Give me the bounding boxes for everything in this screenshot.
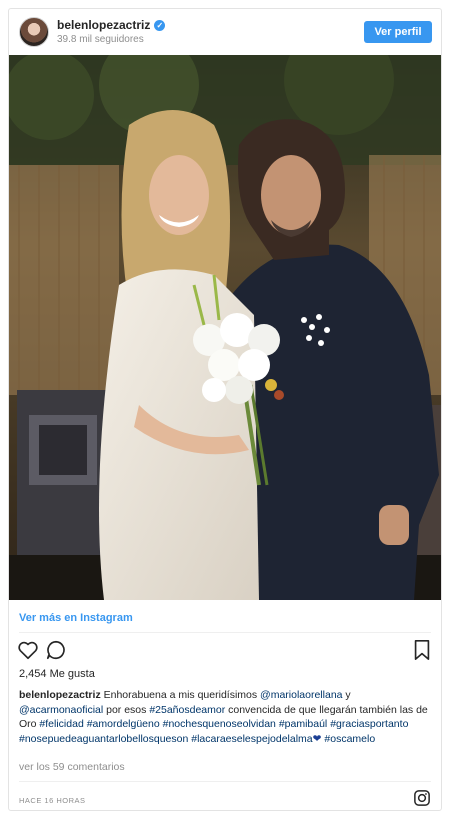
username[interactable]: belenlopezactriz bbox=[57, 18, 150, 32]
hashtag[interactable]: #felicidad bbox=[39, 718, 83, 730]
post-header: belenlopezactriz ✓ 39.8 mil seguidores V… bbox=[9, 9, 441, 55]
post-timestamp[interactable]: HACE 16 HORAS bbox=[19, 796, 86, 805]
like-count: 2,454 Me gusta bbox=[19, 668, 95, 680]
divider bbox=[19, 632, 431, 633]
instagram-embed-card: belenlopezactriz ✓ 39.8 mil seguidores V… bbox=[8, 8, 442, 811]
comment-icon[interactable] bbox=[45, 639, 67, 661]
caption-text: Enhorabuena a mis queridísimos bbox=[100, 689, 261, 701]
photo-illustration bbox=[9, 55, 441, 600]
hashtag[interactable]: #lacaraeselespejodelalma bbox=[191, 733, 312, 745]
hashtag[interactable]: #25añosdeamor bbox=[149, 704, 225, 716]
view-comments-link[interactable]: ver los 59 comentarios bbox=[19, 761, 125, 773]
follower-count: 39.8 mil seguidores bbox=[57, 34, 144, 45]
post-caption: belenlopezactriz Enhorabuena a mis queri… bbox=[19, 688, 431, 746]
hashtag[interactable]: #pamibaúl bbox=[279, 718, 327, 730]
hashtag[interactable]: #nochesquenoseolvidan bbox=[163, 718, 276, 730]
divider bbox=[19, 781, 431, 782]
mention[interactable]: @acarmonaoficial bbox=[19, 704, 103, 716]
instagram-icon[interactable] bbox=[413, 789, 431, 807]
caption-username[interactable]: belenlopezactriz bbox=[19, 689, 101, 701]
hashtag[interactable]: #amordelgüeno bbox=[87, 718, 160, 730]
heart-icon[interactable] bbox=[17, 639, 39, 661]
hashtag[interactable]: #nosepuedeaguantarlobellosqueson bbox=[19, 733, 188, 745]
hashtag[interactable]: #oscamelo bbox=[324, 733, 375, 745]
heart-emoji: ❤ bbox=[312, 732, 322, 745]
view-profile-button[interactable]: Ver perfil bbox=[364, 21, 432, 43]
mention[interactable]: @mariolaorellana bbox=[260, 689, 342, 701]
view-more-on-instagram-link[interactable]: Ver más en Instagram bbox=[19, 612, 133, 624]
hashtag[interactable]: #graciasportanto bbox=[330, 718, 408, 730]
caption-text: y bbox=[342, 689, 351, 701]
caption-text: por esos bbox=[103, 703, 150, 716]
avatar[interactable] bbox=[19, 17, 49, 47]
verified-badge-icon: ✓ bbox=[154, 19, 166, 31]
post-photo[interactable] bbox=[9, 55, 441, 600]
username-row[interactable]: belenlopezactriz ✓ bbox=[57, 18, 166, 32]
action-bar bbox=[9, 639, 441, 665]
bookmark-icon[interactable] bbox=[411, 639, 433, 661]
